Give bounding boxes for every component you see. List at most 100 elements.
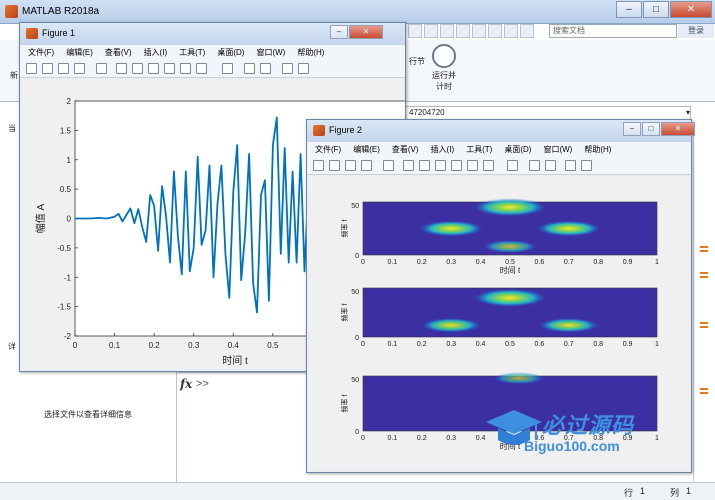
x-tick-label: 0.7 <box>564 259 574 266</box>
run-and-time-label[interactable]: 运行并 计时 <box>428 70 460 92</box>
zoom-in-icon[interactable] <box>116 63 127 74</box>
x-axis-label: 时间 t <box>500 265 521 275</box>
x-tick-label: 0.2 <box>149 341 161 350</box>
print-icon[interactable] <box>361 160 372 171</box>
figure-2-menu-item-7[interactable]: 帮助(H) <box>584 142 611 157</box>
quick-access-icon[interactable] <box>456 24 470 38</box>
variable-icon[interactable] <box>700 322 708 328</box>
figure-1-menu-item-5[interactable]: 桌面(D) <box>217 45 244 60</box>
minimize-button[interactable]: – <box>616 1 642 18</box>
figure-1-menu-item-0[interactable]: 文件(F) <box>28 45 54 60</box>
rotate-icon[interactable] <box>451 160 462 171</box>
y-axis-label: 频率 f <box>340 220 349 238</box>
figure-1-menu-item-7[interactable]: 帮助(H) <box>297 45 324 60</box>
pan-icon[interactable] <box>435 160 446 171</box>
close-button[interactable]: ✕ <box>349 25 383 39</box>
new-figure-icon[interactable] <box>26 63 37 74</box>
legend-icon[interactable] <box>260 63 271 74</box>
x-tick-label: 0 <box>361 341 365 348</box>
quick-access-icon[interactable] <box>424 24 438 38</box>
dock-icon[interactable] <box>581 160 592 171</box>
figure-1-menu-item-2[interactable]: 查看(V) <box>105 45 132 60</box>
figure-1-menu-item-6[interactable]: 窗口(W) <box>256 45 285 60</box>
figure-2-menu-item-4[interactable]: 工具(T) <box>466 142 492 157</box>
current-folder-tab[interactable]: 当 <box>8 123 16 134</box>
open-file-icon[interactable] <box>42 63 53 74</box>
figure-1-menu-item-3[interactable]: 插入(I) <box>144 45 168 60</box>
zoom-out-icon[interactable] <box>132 63 143 74</box>
maximize-button[interactable]: □ <box>642 122 660 136</box>
chevron-down-icon[interactable]: ▾ <box>683 106 693 120</box>
save-icon[interactable] <box>58 63 69 74</box>
matlab-logo-icon <box>5 5 18 18</box>
quick-access-icon[interactable] <box>408 24 422 38</box>
variable-icon[interactable] <box>700 388 708 394</box>
figure-2-menu-item-2[interactable]: 查看(V) <box>392 142 419 157</box>
figure-1-menu-item-4[interactable]: 工具(T) <box>179 45 205 60</box>
x-tick-label: 0.6 <box>535 341 545 348</box>
x-tick-label: 0.3 <box>446 259 456 266</box>
y-tick-label: -1 <box>64 273 72 282</box>
minimize-button[interactable]: – <box>330 25 348 39</box>
variable-icon[interactable] <box>700 272 708 278</box>
legend-icon[interactable] <box>545 160 556 171</box>
ribbon-step-label[interactable]: 行节 <box>409 56 425 67</box>
x-tick-label: 0.3 <box>446 341 456 348</box>
hide-tools-icon[interactable] <box>565 160 576 171</box>
hide-tools-icon[interactable] <box>282 63 293 74</box>
run-and-time-line2: 计时 <box>436 82 452 91</box>
ribbon-new-label[interactable]: 新 <box>10 70 18 81</box>
figure-1-menu-item-1[interactable]: 编辑(E) <box>66 45 93 60</box>
matlab-window-controls: – □ ✕ <box>616 1 712 18</box>
select-arrow-icon[interactable] <box>383 160 394 171</box>
search-input[interactable]: 搜索文档 <box>549 24 677 38</box>
y-axis-label: 频率 f <box>340 304 349 322</box>
quick-access-icon[interactable] <box>472 24 486 38</box>
print-icon[interactable] <box>74 63 85 74</box>
zoom-out-icon[interactable] <box>419 160 430 171</box>
colorbar-icon[interactable] <box>529 160 540 171</box>
link-plot-icon[interactable] <box>222 63 233 74</box>
data-cursor-icon[interactable] <box>180 63 191 74</box>
figure-2-menu-item-0[interactable]: 文件(F) <box>315 142 341 157</box>
x-tick-label: 0.8 <box>593 259 603 266</box>
y-tick-label: 0 <box>355 335 359 342</box>
figure-2-title-bar[interactable]: Figure 2 – □ ✕ <box>307 120 695 142</box>
new-figure-icon[interactable] <box>313 160 324 171</box>
figure-1-window-controls: – ✕ <box>330 25 383 39</box>
close-button[interactable]: ✕ <box>661 122 695 136</box>
minimize-button[interactable]: – <box>623 122 641 136</box>
figure-2-menu-item-1[interactable]: 编辑(E) <box>353 142 380 157</box>
col-value: 1 <box>686 486 692 496</box>
x-tick-label: 0.5 <box>505 341 515 348</box>
maximize-button[interactable]: □ <box>643 1 669 18</box>
figure-1-title-bar[interactable]: Figure 1 – ✕ <box>20 23 405 45</box>
quick-access-icon[interactable] <box>488 24 502 38</box>
colorbar-icon[interactable] <box>244 63 255 74</box>
figure-2-menu-item-3[interactable]: 插入(I) <box>431 142 455 157</box>
fx-icon[interactable]: fx <box>180 377 192 391</box>
link-plot-icon[interactable] <box>507 160 518 171</box>
x-tick-label: 0.6 <box>535 259 545 266</box>
dock-icon[interactable] <box>298 63 309 74</box>
variable-icon[interactable] <box>700 246 708 252</box>
brush-icon[interactable] <box>196 63 207 74</box>
zoom-in-icon[interactable] <box>403 160 414 171</box>
close-button[interactable]: ✕ <box>670 1 712 18</box>
open-file-icon[interactable] <box>329 160 340 171</box>
quick-access-icon[interactable] <box>440 24 454 38</box>
sign-in-button[interactable]: 登录 <box>678 24 714 38</box>
save-icon[interactable] <box>345 160 356 171</box>
figure-2-menu-item-6[interactable]: 窗口(W) <box>543 142 572 157</box>
pan-icon[interactable] <box>148 63 159 74</box>
quick-access-icon[interactable] <box>520 24 534 38</box>
data-cursor-icon[interactable] <box>467 160 478 171</box>
brush-icon[interactable] <box>483 160 494 171</box>
stopwatch-icon[interactable] <box>432 44 456 68</box>
rotate-icon[interactable] <box>164 63 175 74</box>
quick-access-icon[interactable] <box>504 24 518 38</box>
matlab-title-bar: MATLAB R2018a – □ ✕ <box>0 0 715 24</box>
figure-2-menu-item-5[interactable]: 桌面(D) <box>504 142 531 157</box>
current-folder-path[interactable]: 47204720 <box>405 106 691 120</box>
select-arrow-icon[interactable] <box>96 63 107 74</box>
